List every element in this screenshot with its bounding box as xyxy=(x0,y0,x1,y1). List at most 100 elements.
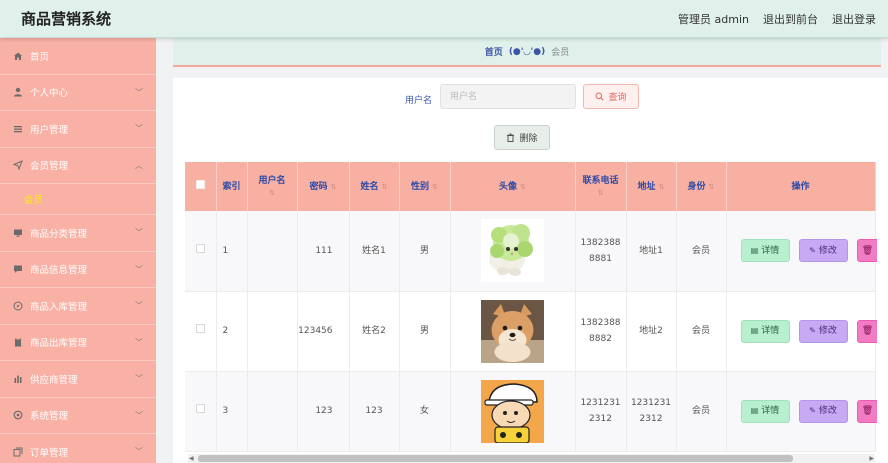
cell-actions: ▤ 详情 ✎ 修改 🗑 xyxy=(726,371,877,452)
header-phone[interactable]: 联系电话 ⇅ xyxy=(575,162,627,211)
sidebar-item-home[interactable]: 首页 xyxy=(0,38,156,75)
sidebar-item-system[interactable]: 系统管理 ﹀ xyxy=(0,398,156,434)
sidebar-item-stock-out[interactable]: 商品出库管理 ﹀ xyxy=(0,325,156,361)
edit-button[interactable]: ✎ 修改 xyxy=(798,399,848,423)
scrollbar-thumb[interactable] xyxy=(198,455,793,462)
top-right-links: 管理员 admin 退出到前台 退出登录 xyxy=(678,11,876,27)
detail-button-label: 详情 xyxy=(761,245,780,256)
cell-gender: 女 xyxy=(399,371,451,452)
cell-index: 2 xyxy=(216,291,248,372)
cell-password: 123 xyxy=(297,371,350,452)
scroll-right-icon[interactable]: ▶ xyxy=(869,454,874,463)
edit-button-label: 修改 xyxy=(818,406,837,416)
cell-username xyxy=(247,291,298,372)
cell-address: 地址2 xyxy=(626,291,677,372)
sort-icon: ⇅ xyxy=(381,182,388,191)
cell-avatar xyxy=(450,371,576,452)
sidebar-item-label: 系统管理 xyxy=(30,411,69,423)
chevron-down-icon: ﹀ xyxy=(135,124,143,134)
cell-phone: 1231231 2312 xyxy=(575,371,627,452)
chevron-down-icon: ﹀ xyxy=(135,228,143,238)
sidebar-item-label: 首页 xyxy=(30,51,50,63)
pencil-icon: ✎ xyxy=(809,406,816,415)
detail-button[interactable]: ▤ 详情 xyxy=(740,399,790,423)
sort-icon: ⇅ xyxy=(269,188,275,197)
edit-button-label: 修改 xyxy=(818,326,837,336)
settings-icon xyxy=(13,410,23,420)
logout-link[interactable]: 退出登录 xyxy=(832,11,876,27)
row-checkbox[interactable] xyxy=(195,243,205,253)
document-icon: ▤ xyxy=(750,245,759,255)
sidebar-item-product-category[interactable]: 商品分类管理 ﹀ xyxy=(0,215,156,252)
sidebar-item-members[interactable]: 会员管理 ︿ xyxy=(0,148,156,184)
delete-row-button[interactable]: 🗑 xyxy=(856,319,877,343)
header-gender[interactable]: 性别 ⇅ xyxy=(399,162,451,211)
header-name[interactable]: 姓名 ⇅ xyxy=(349,162,400,211)
breadcrumb-current: 会员 xyxy=(551,48,570,58)
phone-line: 8881 xyxy=(589,253,612,264)
row-checkbox[interactable] xyxy=(195,324,205,333)
detail-button[interactable]: ▤ 详情 xyxy=(740,319,790,343)
detail-button-label: 详情 xyxy=(761,326,780,336)
compass-icon xyxy=(13,301,23,311)
cell-gender: 男 xyxy=(399,291,451,372)
sidebar-item-stock-in[interactable]: 商品入库管理 ﹀ xyxy=(0,288,156,325)
select-all-checkbox[interactable] xyxy=(195,180,205,189)
sidebar-item-personal[interactable]: 个人中心 ﹀ xyxy=(0,75,156,111)
edit-button[interactable]: ✎ 修改 xyxy=(798,239,848,263)
cell-gender: 男 xyxy=(399,211,451,292)
sidebar-subitem-member[interactable]: 会员 xyxy=(0,184,156,215)
breadcrumb-home[interactable]: 首页 xyxy=(485,45,503,58)
chat-icon xyxy=(13,264,23,274)
copy-icon xyxy=(13,447,23,457)
chevron-down-icon: ﹀ xyxy=(135,410,143,420)
delete-row-button[interactable]: 🗑 xyxy=(856,239,877,263)
sidebar-item-orders[interactable]: 订单管理 ﹀ xyxy=(0,434,156,463)
row-checkbox[interactable] xyxy=(195,404,205,413)
batch-delete-button[interactable]: 删除 xyxy=(494,125,550,150)
search-button[interactable]: 查询 xyxy=(583,84,639,109)
select-all-header xyxy=(185,162,217,211)
sidebar-item-product-info[interactable]: 商品信息管理 ﹀ xyxy=(0,252,156,288)
content-panel: 用户名 查询 删除 索引 xyxy=(173,78,888,463)
exit-to-front-link[interactable]: 退出到前台 xyxy=(763,11,818,27)
detail-button[interactable]: ▤ 详情 xyxy=(740,239,790,263)
trash-icon: 🗑 xyxy=(861,406,874,416)
header-role[interactable]: 身份 ⇅ xyxy=(676,162,727,211)
delete-button-label: 删除 xyxy=(519,134,538,144)
header-avatar[interactable]: 头像 ⇅ xyxy=(450,162,576,211)
scroll-left-icon[interactable]: ◀ xyxy=(189,454,194,463)
chevron-up-icon: ︿ xyxy=(135,160,143,170)
header-address[interactable]: 地址 ⇅ xyxy=(626,162,677,211)
username-search-input[interactable] xyxy=(440,84,576,109)
header-username[interactable]: 用户名 ⇅ xyxy=(247,162,298,211)
table-row: 3 123 123 女 1231231 2312 1231231 2312 会员… xyxy=(185,371,877,452)
header-actions: 操作 xyxy=(726,162,876,211)
member-table: 索引 用户名 ⇅ 密码 ⇅ 姓名 ⇅ 性别 ⇅ 头像 ⇅ 联系电话 ⇅ 地址 ⇅ 身… xyxy=(185,162,877,463)
send-icon xyxy=(13,160,23,171)
sidebar-item-label: 商品出库管理 xyxy=(30,338,88,350)
monitor-icon xyxy=(13,228,23,238)
edit-button[interactable]: ✎ 修改 xyxy=(798,319,848,343)
table-row: 1 111 姓名1 男 1382388 8881 地址1 会员 ▤ 详情 ✎ 修… xyxy=(185,211,877,292)
breadcrumb-separator: (●'◡'●) xyxy=(508,46,546,57)
chevron-down-icon: ﹀ xyxy=(135,374,143,384)
row-select-cell xyxy=(185,371,217,452)
chevron-down-icon: ﹀ xyxy=(135,337,143,347)
main-content: 首页 (●'◡'●) 会员 用户名 查询 删除 xyxy=(156,38,888,463)
sort-icon: ⇅ xyxy=(597,188,604,197)
sort-icon: ⇅ xyxy=(520,182,527,191)
table-header-row: 索引 用户名 ⇅ 密码 ⇅ 姓名 ⇅ 性别 ⇅ 头像 ⇅ 联系电话 ⇅ 地址 ⇅ 身… xyxy=(185,162,876,211)
pencil-icon: ✎ xyxy=(809,326,816,335)
header-password[interactable]: 密码 ⇅ xyxy=(297,162,350,211)
search-button-label: 查询 xyxy=(608,93,627,103)
sidebar-item-users[interactable]: 用户管理 ﹀ xyxy=(0,111,156,148)
document-icon: ▤ xyxy=(750,406,759,415)
trash-icon: 🗑 xyxy=(861,326,874,336)
delete-row-button[interactable]: 🗑 xyxy=(856,399,877,423)
search-icon xyxy=(595,92,605,101)
cell-avatar xyxy=(450,211,576,292)
horizontal-scrollbar[interactable]: ◀ ▶ xyxy=(188,454,875,463)
cell-name: 123 xyxy=(349,371,400,452)
sidebar-item-suppliers[interactable]: 供应商管理 ﹀ xyxy=(0,361,156,398)
